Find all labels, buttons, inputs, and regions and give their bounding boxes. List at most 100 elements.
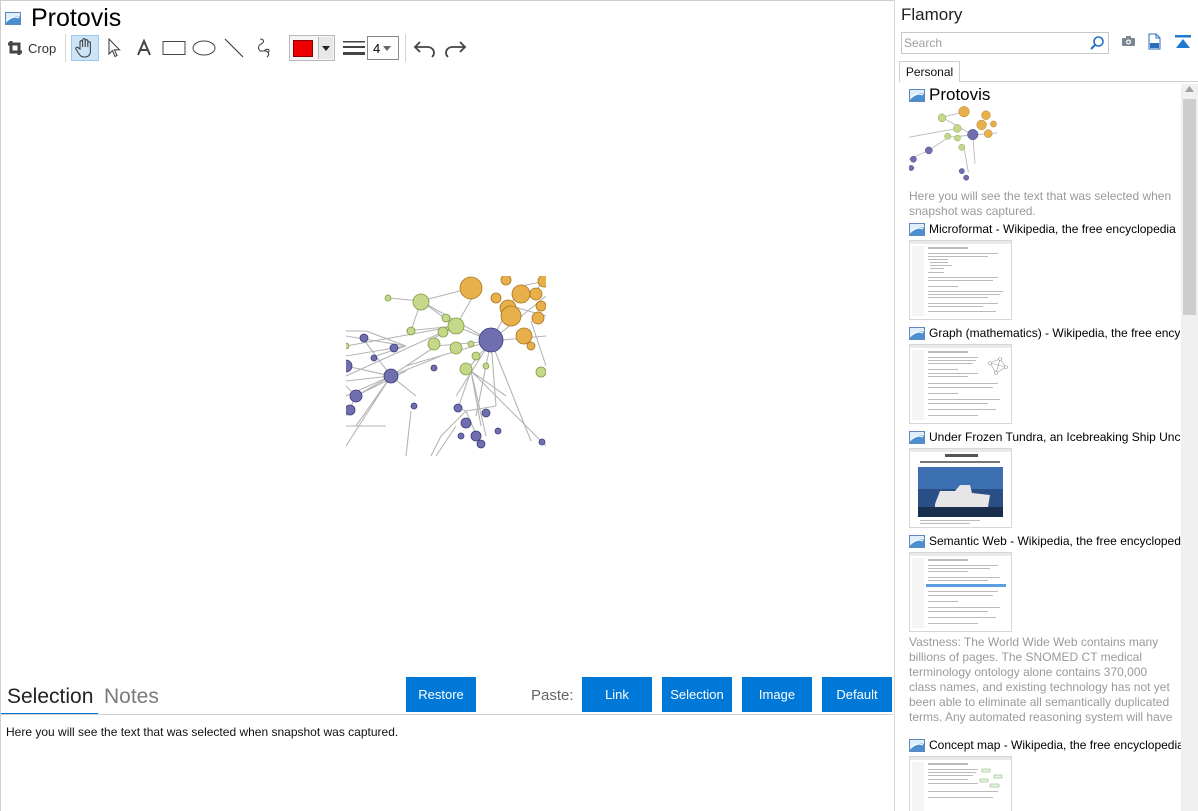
- hand-icon: [75, 38, 91, 58]
- page-favicon-icon: [909, 326, 925, 340]
- line-width-value: 4: [373, 40, 381, 56]
- rectangle-tool-button[interactable]: [159, 35, 189, 61]
- document-icon[interactable]: [1148, 33, 1161, 50]
- paste-image-button[interactable]: Image: [742, 677, 812, 712]
- divider: [1, 714, 893, 715]
- text-icon: [137, 39, 151, 56]
- color-dropdown-arrow[interactable]: [318, 37, 333, 59]
- undo-button[interactable]: [410, 35, 440, 61]
- line-icon: [224, 38, 244, 58]
- snapshot-thumbnail: [909, 756, 1012, 811]
- snapshot-thumbnail: [909, 552, 1012, 632]
- restore-button[interactable]: Restore: [406, 677, 476, 712]
- list-item-header: Concept map - Wikipedia, the free encycl…: [909, 737, 1181, 753]
- freehand-tool-button[interactable]: [249, 35, 279, 61]
- rectangle-icon: [162, 41, 186, 55]
- webpage-thumbnail: [910, 345, 1011, 420]
- snapshot-image: [346, 276, 546, 456]
- camera-icon[interactable]: [1121, 34, 1136, 48]
- list-item-header: Under Frozen Tundra, an Icebreaking Ship…: [909, 429, 1181, 445]
- list-item[interactable]: Graph (mathematics) - Wikipedia, the fre…: [909, 325, 1181, 424]
- title-row: Protovis: [5, 4, 121, 32]
- list-item-header: Semantic Web - Wikipedia, the free encyc…: [909, 533, 1181, 549]
- list-item-title: Concept map - Wikipedia, the free encycl…: [929, 738, 1181, 752]
- crop-label: Crop: [28, 40, 57, 56]
- annotation-toolbar: Crop 4: [7, 34, 887, 62]
- scroll-up-icon[interactable]: [1185, 86, 1194, 92]
- selected-text-area[interactable]: Here you will see the text that was sele…: [6, 725, 398, 739]
- list-item-title: Graph (mathematics) - Wikipedia, the fre…: [929, 326, 1181, 340]
- collapse-panel-icon[interactable]: [1174, 34, 1192, 50]
- hand-tool-button[interactable]: [71, 35, 99, 61]
- search-icon[interactable]: [1089, 35, 1105, 51]
- pointer-tool-button[interactable]: [99, 35, 129, 61]
- network-graph-image: [346, 276, 546, 456]
- list-item-title: Protovis: [929, 87, 991, 103]
- page-favicon-icon: [909, 534, 925, 548]
- list-item-title: Semantic Web - Wikipedia, the free encyc…: [929, 534, 1181, 548]
- crop-icon: [8, 41, 22, 55]
- flamory-sidebar: Flamory Personal Protovis Here you will …: [895, 0, 1198, 811]
- ellipse-tool-button[interactable]: [189, 35, 219, 61]
- paste-label: Paste:: [531, 687, 574, 704]
- snapshot-thumbnail: [909, 240, 1012, 320]
- search-box[interactable]: [901, 32, 1109, 54]
- paste-selection-button[interactable]: Selection: [662, 677, 732, 712]
- paste-link-button[interactable]: Link: [582, 677, 652, 712]
- divider: [960, 81, 1198, 82]
- list-item-title: Under Frozen Tundra, an Icebreaking Ship…: [929, 430, 1181, 444]
- scrollbar-thumb[interactable]: [1183, 99, 1196, 315]
- crop-button[interactable]: Crop: [7, 35, 61, 61]
- page-favicon-icon: [909, 430, 925, 444]
- news-article-thumbnail: [910, 449, 1011, 524]
- ellipse-icon: [192, 40, 216, 56]
- undo-icon: [413, 41, 435, 58]
- search-input[interactable]: [904, 35, 1084, 51]
- paste-default-button[interactable]: Default: [822, 677, 892, 712]
- page-favicon-icon: [909, 222, 925, 236]
- list-item-title: Microformat - Wikipedia, the free encycl…: [929, 222, 1176, 236]
- redo-icon: [445, 41, 467, 58]
- chevron-down-icon: [383, 45, 392, 51]
- line-tool-button[interactable]: [219, 35, 249, 61]
- editor-pane: Protovis Crop 4 Selection Notes Restore …: [0, 0, 895, 811]
- tab-personal[interactable]: Personal: [899, 61, 960, 82]
- text-tool-button[interactable]: [129, 35, 159, 61]
- scrollbar[interactable]: [1181, 84, 1198, 811]
- list-item-description: Here you will see the text that was sele…: [909, 189, 1172, 218]
- webpage-thumbnail: [910, 241, 1011, 316]
- list-item[interactable]: Microformat - Wikipedia, the free encycl…: [909, 221, 1181, 320]
- tab-selection[interactable]: Selection: [7, 685, 93, 709]
- list-item-header: Graph (mathematics) - Wikipedia, the fre…: [909, 325, 1181, 341]
- color-swatch: [293, 40, 313, 57]
- stroke-color-picker[interactable]: [289, 35, 335, 61]
- list-item[interactable]: Under Frozen Tundra, an Icebreaking Ship…: [909, 429, 1181, 528]
- webpage-thumbnail: [910, 757, 1011, 811]
- page-favicon-icon: [5, 11, 21, 25]
- line-style-button[interactable]: [341, 35, 367, 61]
- snapshot-thumbnail: [909, 106, 997, 186]
- snapshot-list: Protovis Here you will see the text that…: [895, 84, 1181, 811]
- chevron-down-icon: [322, 45, 330, 51]
- tab-notes[interactable]: Notes: [104, 685, 159, 709]
- toolbar-divider: [405, 34, 406, 62]
- freehand-icon: [258, 38, 270, 58]
- line-weight-icon: [343, 41, 365, 55]
- page-favicon-icon: [909, 738, 925, 752]
- line-width-select[interactable]: 4: [367, 36, 399, 60]
- document-title: Protovis: [31, 3, 122, 32]
- app-title: Flamory: [901, 5, 963, 24]
- snapshot-thumbnail: [909, 448, 1012, 528]
- toolbar-divider: [65, 34, 66, 62]
- redo-button[interactable]: [440, 35, 470, 61]
- list-item-header: Protovis: [909, 87, 1181, 103]
- list-item[interactable]: Concept map - Wikipedia, the free encycl…: [909, 737, 1181, 811]
- list-item-header: Microformat - Wikipedia, the free encycl…: [909, 221, 1181, 237]
- webpage-thumbnail: [910, 553, 1011, 628]
- list-item[interactable]: Protovis Here you will see the text that…: [909, 87, 1181, 219]
- list-item[interactable]: Semantic Web - Wikipedia, the free encyc…: [909, 533, 1181, 727]
- network-graph-thumbnail: [909, 106, 997, 181]
- page-favicon-icon: [909, 88, 925, 102]
- snapshot-thumbnail: [909, 344, 1012, 424]
- list-item-description: Vastness: The World Wide Web contains ma…: [909, 635, 1173, 727]
